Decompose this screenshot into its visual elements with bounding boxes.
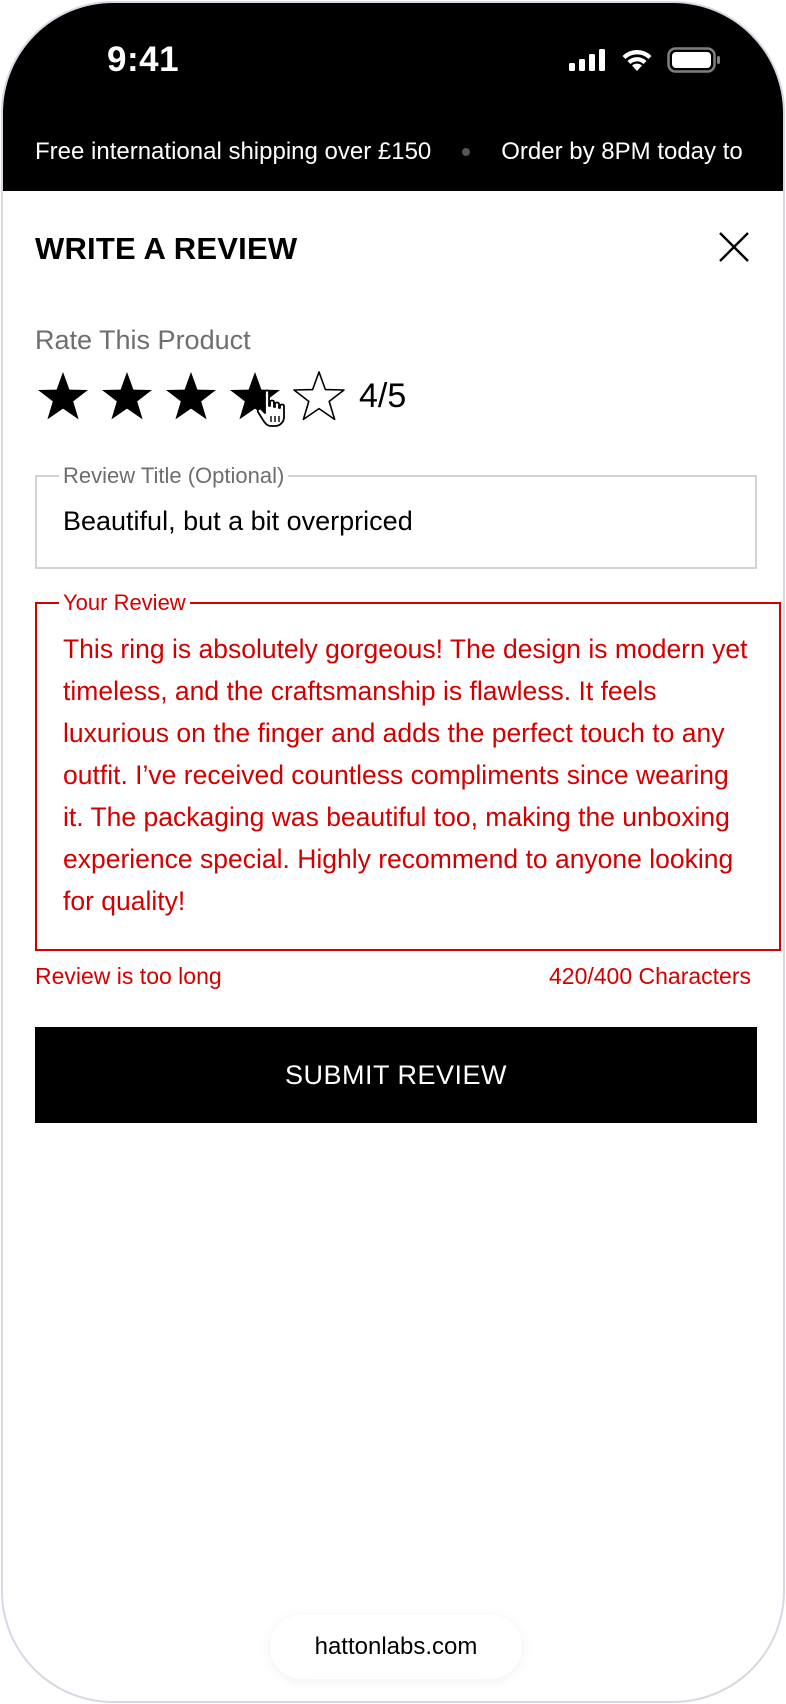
review-title-label: Review Title (Optional)	[63, 463, 285, 488]
modal-title: WRITE A REVIEW	[35, 231, 298, 266]
announcement-item: Order by 8PM today to	[501, 138, 743, 165]
review-error-message: Review is too long	[35, 963, 222, 989]
star-filled-icon[interactable]	[35, 369, 91, 425]
status-icons	[569, 47, 721, 73]
browser-url: hattonlabs.com	[314, 1633, 478, 1660]
review-body-textarea[interactable]: This ring is absolutely gorgeous! The de…	[63, 628, 753, 922]
review-body-label: Your Review	[63, 590, 186, 615]
review-body-field[interactable]: Your Review This ring is absolutely gorg…	[35, 590, 781, 951]
star-filled-icon[interactable]	[163, 369, 219, 425]
separator-dot-icon	[462, 148, 471, 156]
submit-review-button[interactable]: SUBMIT REVIEW	[35, 1027, 757, 1123]
review-title-field[interactable]: Review Title (Optional) Beautiful, but a…	[35, 463, 757, 569]
announcement-track: Free international shipping over £150 Or…	[35, 138, 743, 166]
announcement-bar: Free international shipping over £150 Or…	[3, 121, 783, 191]
status-bar: 9:41	[3, 3, 783, 121]
review-title-input[interactable]: Beautiful, but a bit overpriced	[63, 506, 729, 537]
rating-value: 4/5	[359, 377, 407, 415]
star-filled-icon[interactable]	[99, 369, 155, 425]
battery-icon	[667, 47, 720, 73]
close-icon	[719, 232, 749, 262]
rating-label: Rate This Product	[35, 325, 251, 355]
star-empty-icon[interactable]	[291, 369, 347, 425]
wifi-icon	[622, 49, 652, 71]
browser-url-bar[interactable]: hattonlabs.com	[270, 1615, 522, 1679]
announcement-item: Free international shipping over £150	[35, 138, 432, 165]
character-count: 420/400 Characters	[548, 963, 751, 989]
close-button[interactable]	[716, 229, 752, 265]
star-rating[interactable]	[35, 369, 355, 425]
hand-cursor-icon	[256, 389, 285, 427]
phone-frame: 9:41 Free international shipping over £1	[1, 1, 785, 1703]
signal-icon	[569, 49, 605, 71]
status-time: 9:41	[107, 40, 180, 79]
